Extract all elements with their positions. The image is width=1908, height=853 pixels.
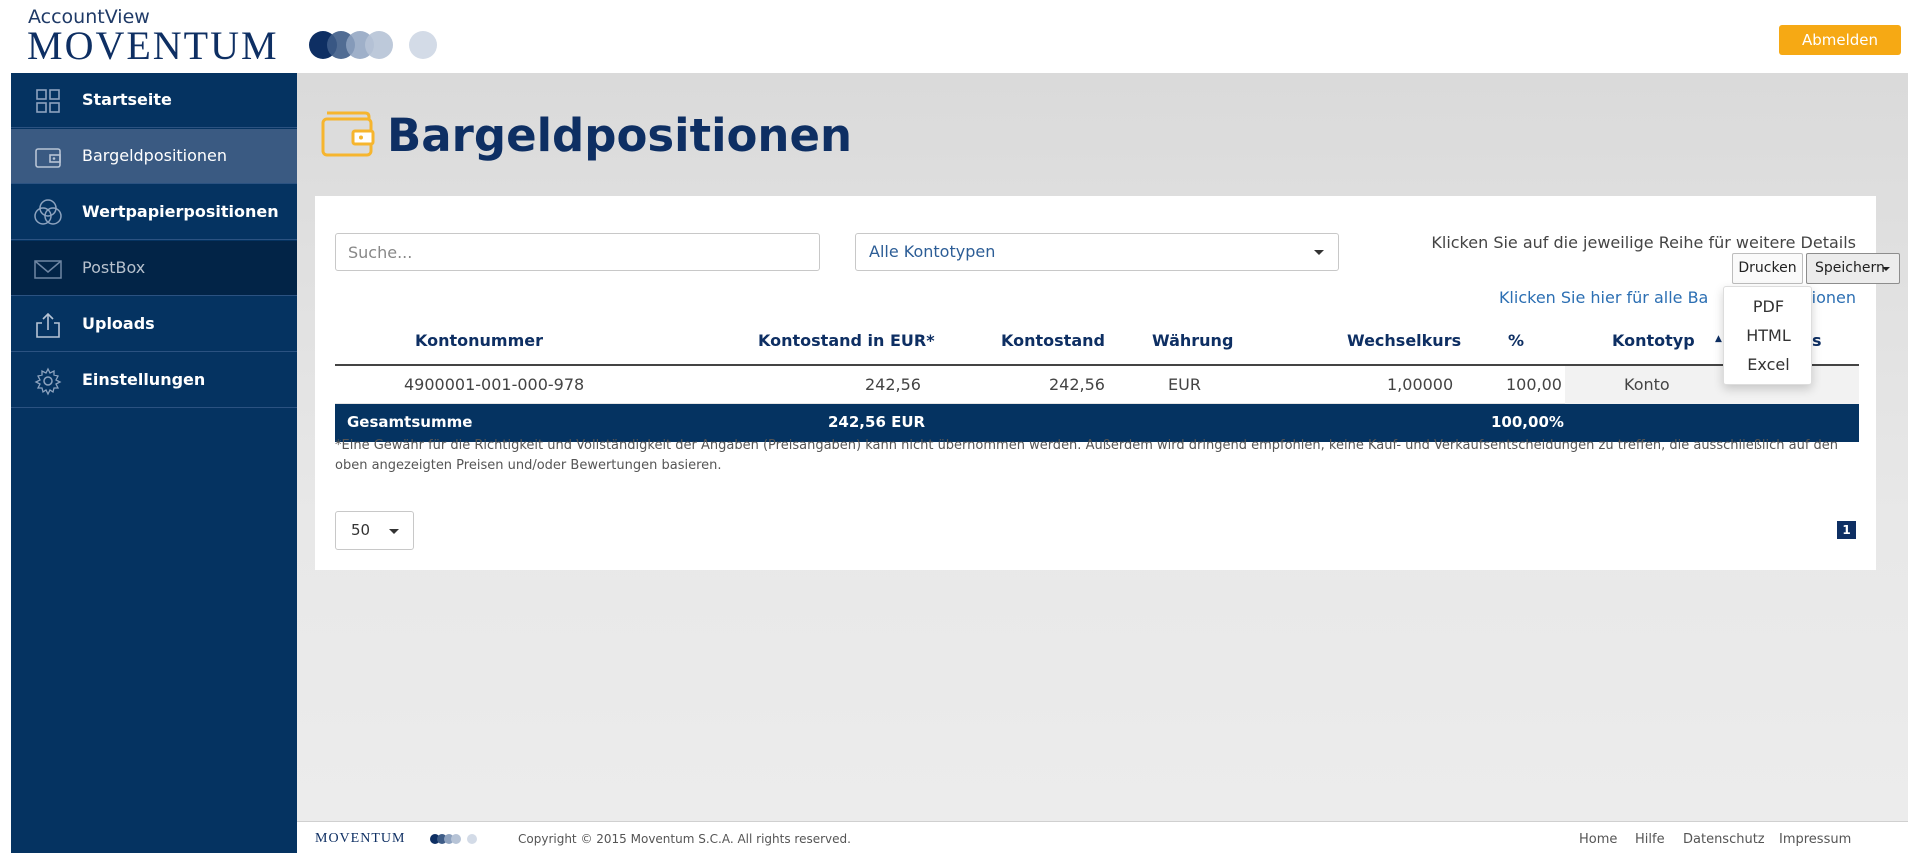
cell-waehrung: EUR xyxy=(1168,375,1201,394)
column-header-wechselkurs[interactable]: Wechselkurs xyxy=(1347,331,1461,350)
cell-kontostand-eur: 242,56 xyxy=(865,375,921,394)
sidebar-item-bargeldpositionen[interactable]: Bargeldpositionen xyxy=(11,129,297,184)
cell-kontostand: 242,56 xyxy=(1049,375,1105,394)
save-button-label: Speichern xyxy=(1815,260,1885,276)
upload-icon xyxy=(36,312,60,338)
table-row[interactable]: 4900001-001-000-978 242,56 242,56 EUR 1,… xyxy=(335,366,1859,404)
sidebar: Startseite Bargeldpositionen Wertpapierp… xyxy=(11,73,297,853)
sidebar-item-label: Einstellungen xyxy=(82,370,206,389)
search-input[interactable] xyxy=(335,233,820,271)
main-content: Bargeldpositionen Alle Kontotypen Klicke… xyxy=(297,73,1908,821)
save-dropdown-menu: PDF HTML Excel xyxy=(1723,286,1812,385)
total-eur: 242,56 EUR xyxy=(828,413,926,431)
total-percent: 100,00% xyxy=(1491,413,1564,431)
sidebar-item-postbox[interactable]: PostBox xyxy=(11,241,297,296)
sidebar-item-label: Wertpapierpositionen xyxy=(82,202,279,221)
cell-wechselkurs: 1,00000 xyxy=(1387,375,1454,394)
page-size-select[interactable]: 50 xyxy=(335,511,414,550)
disclaimer-text: *Eine Gewähr für die Richtigkeit und Vol… xyxy=(335,438,1839,473)
sidebar-item-label: Startseite xyxy=(82,90,172,109)
footer-link-hilfe[interactable]: Hilfe xyxy=(1635,832,1665,847)
sidebar-item-uploads[interactable]: Uploads xyxy=(11,297,297,352)
save-button[interactable]: Speichern xyxy=(1806,253,1900,284)
footer-brand: MOVENTUM xyxy=(315,831,406,846)
column-header-kontostand-eur[interactable]: Kontostand in EUR* xyxy=(758,331,935,350)
positions-panel: Alle Kontotypen Klicken Sie auf die jewe… xyxy=(315,196,1900,570)
top-header: AccountView MOVENTUM Abmelden xyxy=(0,0,1908,73)
cell-kontotyp: Konto xyxy=(1624,375,1670,394)
column-header-kontostand[interactable]: Kontostand xyxy=(1001,331,1105,350)
all-positions-link-text: Klicken Sie hier für alle Ba xyxy=(1498,288,1709,307)
sorted-column-cell-bg xyxy=(1565,366,1859,404)
copyright-text: Copyright © 2015 Moventum S.C.A. All rig… xyxy=(518,832,851,846)
sidebar-item-einstellungen[interactable]: Einstellungen xyxy=(11,353,297,408)
brand-dots-icon xyxy=(430,834,477,844)
sidebar-item-label: Uploads xyxy=(82,314,155,333)
page-footer: MOVENTUM Copyright © 2015 Moventum S.C.A… xyxy=(297,821,1908,853)
footer-link-home[interactable]: Home xyxy=(1579,832,1617,847)
column-header-waehrung[interactable]: Währung xyxy=(1152,331,1233,350)
positions-table: Kontonummer Kontostand in EUR* Kontostan… xyxy=(335,316,1859,442)
cell-percent: 100,00 xyxy=(1506,375,1562,394)
sort-asc-icon: ▲ xyxy=(1715,334,1722,344)
page-size-value: 50 xyxy=(351,521,371,539)
brand-dots-icon xyxy=(309,31,437,59)
save-menu-html[interactable]: HTML xyxy=(1724,326,1813,345)
save-menu-pdf[interactable]: PDF xyxy=(1724,297,1813,316)
sidebar-item-label: Bargeldpositionen xyxy=(82,146,228,165)
table-header: Kontonummer Kontostand in EUR* Kontostan… xyxy=(335,316,1859,366)
total-label: Gesamtsumme xyxy=(347,413,473,431)
sidebar-item-startseite[interactable]: Startseite xyxy=(11,73,297,128)
sidebar-item-wertpapierpositionen[interactable]: Wertpapierpositionen xyxy=(11,185,297,240)
page-title: Bargeldpositionen xyxy=(387,109,853,162)
sidebar-item-label: PostBox xyxy=(82,258,146,277)
wallet-icon xyxy=(35,148,61,168)
footer-link-impressum[interactable]: Impressum xyxy=(1779,832,1851,847)
save-menu-excel[interactable]: Excel xyxy=(1724,355,1813,374)
gear-icon xyxy=(34,367,62,396)
overlapping-circles-icon xyxy=(34,199,62,225)
logout-button[interactable]: Abmelden xyxy=(1779,25,1901,55)
print-button[interactable]: Drucken xyxy=(1732,253,1803,284)
cell-kontonummer: 4900001-001-000-978 xyxy=(404,375,585,394)
chevron-down-icon xyxy=(389,529,399,534)
pagination-page-1[interactable]: 1 xyxy=(1837,521,1856,539)
column-header-percent[interactable]: % xyxy=(1508,331,1524,350)
wallet-icon xyxy=(321,111,375,157)
footer-link-datenschutz[interactable]: Datenschutz xyxy=(1683,832,1765,847)
chevron-down-icon xyxy=(1314,250,1324,255)
account-type-select-value: Alle Kontotypen xyxy=(869,242,996,261)
details-hint: Klicken Sie auf die jeweilige Reihe für … xyxy=(1431,233,1856,252)
dashboard-grid-icon xyxy=(36,89,60,113)
column-header-truncated[interactable]: s xyxy=(1812,331,1822,350)
envelope-icon xyxy=(34,260,62,279)
brand-logo-text: MOVENTUM xyxy=(27,23,279,68)
caret-down-icon xyxy=(1882,267,1890,271)
account-type-select[interactable]: Alle Kontotypen xyxy=(855,233,1339,271)
column-header-kontonummer[interactable]: Kontonummer xyxy=(415,331,543,350)
column-header-kontotyp[interactable]: Kontotyp xyxy=(1612,331,1695,350)
